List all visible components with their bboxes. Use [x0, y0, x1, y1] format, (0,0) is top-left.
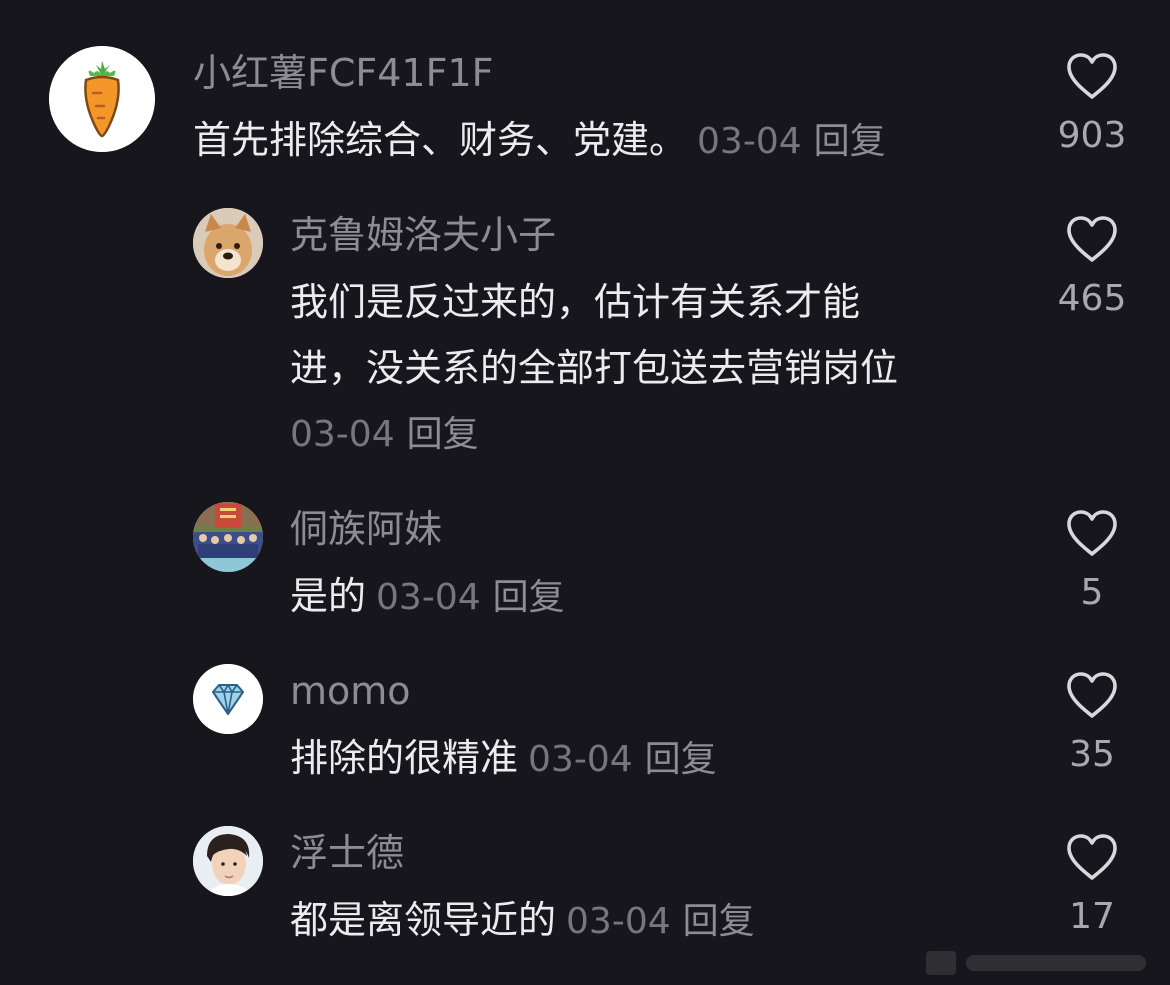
like-button[interactable]: 17	[1047, 833, 1137, 939]
portrait-avatar	[193, 826, 263, 896]
reply-button[interactable]: 回复	[493, 577, 565, 618]
comment-text-line: 首先排除综合、财务、党建。	[193, 118, 688, 162]
diamond-icon	[193, 664, 263, 734]
avatar[interactable]	[193, 208, 263, 278]
comment-username[interactable]: 侗族阿妹	[290, 506, 442, 552]
comment-date: 03-04	[697, 121, 802, 162]
comment-username[interactable]: 浮士德	[290, 830, 404, 876]
comment-text-line: 都是离领导近的	[290, 898, 557, 942]
comment-text-line: 是的	[290, 574, 367, 618]
avatar[interactable]	[193, 502, 263, 572]
comment-meta: 03-04 回复	[290, 412, 479, 458]
carrot-icon	[49, 46, 155, 152]
heart-icon	[1067, 672, 1117, 718]
comment-date: 03-04	[566, 901, 671, 942]
heart-icon	[1067, 216, 1117, 262]
like-button[interactable]: 35	[1047, 671, 1137, 777]
like-count: 465	[1057, 278, 1127, 319]
comment-date: 03-04	[528, 739, 633, 780]
comment-username[interactable]: momo	[290, 668, 411, 714]
like-count: 35	[1069, 734, 1115, 775]
reply-button[interactable]: 回复	[814, 121, 886, 162]
watermark-graphic	[926, 951, 1146, 975]
comment-text: 都是离领导近的 03-04 回复	[290, 897, 755, 945]
comment-text: 排除的很精准 03-04 回复	[290, 735, 717, 783]
comment-date: 03-04	[376, 577, 481, 618]
comment-username[interactable]: 小红薯FCF41F1F	[193, 50, 494, 96]
heart-icon	[1067, 53, 1117, 99]
comment-text-line: 我们是反过来的，估计有关系才能	[290, 280, 861, 324]
heart-icon	[1067, 510, 1117, 556]
comment-text-line: 排除的很精准	[290, 736, 519, 780]
comment-username[interactable]: 克鲁姆洛夫小子	[290, 212, 556, 258]
like-button[interactable]: 465	[1047, 215, 1137, 321]
comment-text: 首先排除综合、财务、党建。 03-04 回复	[193, 117, 886, 165]
like-count: 17	[1069, 896, 1115, 937]
avatar[interactable]	[193, 664, 263, 734]
like-count: 903	[1057, 115, 1127, 156]
avatar[interactable]	[193, 826, 263, 896]
reply-button[interactable]: 回复	[407, 414, 479, 455]
comment-text: 是的 03-04 回复	[290, 573, 565, 621]
reply-button[interactable]: 回复	[683, 901, 755, 942]
comment-text-line: 进，没关系的全部打包送去营销岗位	[290, 346, 899, 390]
avatar[interactable]	[49, 46, 155, 152]
comment-thread: 小红薯FCF41F1F 首先排除综合、财务、党建。 03-04 回复 903 克…	[0, 0, 1170, 985]
comment-date: 03-04	[290, 414, 395, 455]
heart-icon	[1067, 834, 1117, 880]
like-button[interactable]: 903	[1047, 52, 1137, 158]
dog-avatar	[193, 208, 263, 278]
group-photo-avatar	[193, 502, 263, 572]
like-count: 5	[1080, 572, 1104, 613]
like-button[interactable]: 5	[1047, 509, 1137, 615]
reply-button[interactable]: 回复	[645, 739, 717, 780]
